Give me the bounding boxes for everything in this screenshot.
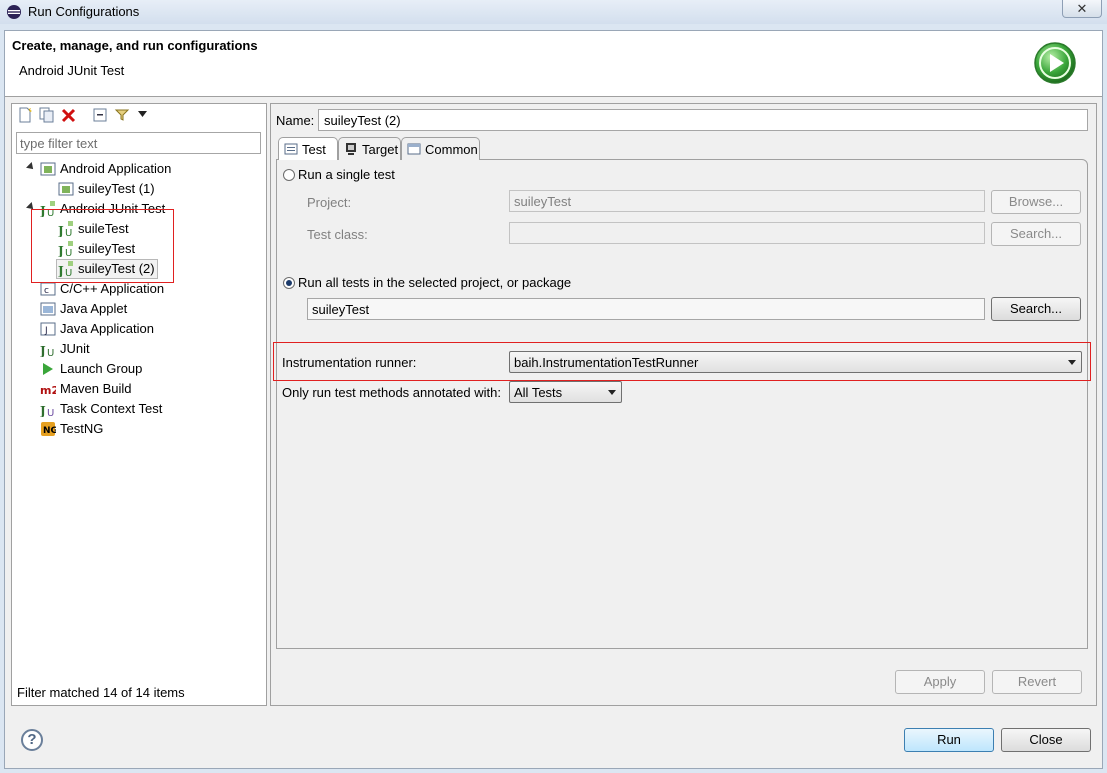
annotation-redbox-tree xyxy=(31,209,174,283)
common-tab-icon xyxy=(407,143,421,155)
tree-item[interactable]: J U Task Context Test xyxy=(14,399,264,419)
run-banner-icon xyxy=(1034,42,1076,84)
annotation-filter-select[interactable]: All Tests xyxy=(509,381,622,403)
tab-test-label: Test xyxy=(302,142,326,157)
filter-icon[interactable] xyxy=(114,106,132,124)
tab-target-label: Target xyxy=(362,142,399,157)
svg-text:m2: m2 xyxy=(40,384,56,397)
launch-group-icon xyxy=(43,363,53,375)
project-field xyxy=(509,190,985,212)
testng-icon: NG xyxy=(41,422,56,436)
project-package-field[interactable] xyxy=(307,298,985,320)
test-class-label: Test class: xyxy=(307,227,368,242)
svg-text:c: c xyxy=(44,286,49,296)
close-button[interactable]: Close xyxy=(1001,728,1091,752)
header-subtitle: Android JUnit Test xyxy=(19,63,125,78)
svg-text:J: J xyxy=(44,326,48,336)
package-search-button[interactable]: Search... xyxy=(991,297,1081,321)
tree-item[interactable]: J Java Application xyxy=(14,319,264,339)
window-titlebar: Run Configurations xyxy=(0,0,1107,24)
tree-item[interactable]: J U JUnit xyxy=(14,339,264,359)
filter-status: Filter matched 14 of 14 items xyxy=(17,685,185,700)
annotation-redbox-runner xyxy=(273,342,1091,381)
tree-item[interactable]: suileyTest (1) xyxy=(14,179,264,199)
filter-input[interactable] xyxy=(16,132,261,154)
chevron-down-icon xyxy=(608,390,616,395)
tree-expander-icon[interactable] xyxy=(26,162,36,172)
tree-item-label: Launch Group xyxy=(60,361,143,376)
tree-item-label: Task Context Test xyxy=(60,401,163,416)
task-context-icon: JU xyxy=(40,404,54,417)
junit-icon: JU xyxy=(40,344,54,357)
tree-item-label: C/C++ Application xyxy=(60,281,165,296)
tree-item[interactable]: m2 Maven Build xyxy=(14,379,264,399)
annotation-filter-value: All Tests xyxy=(514,385,563,400)
apply-button[interactable]: Apply xyxy=(895,670,985,694)
window-close-button[interactable]: ✕ xyxy=(1062,0,1102,18)
android-app-config-icon xyxy=(58,182,74,196)
delete-config-icon[interactable] xyxy=(60,106,78,124)
header-title: Create, manage, and run configurations xyxy=(12,38,258,53)
close-icon: ✕ xyxy=(1076,1,1088,16)
tree-item-label: suileyTest (1) xyxy=(78,181,155,196)
tab-target[interactable]: Target xyxy=(338,137,401,160)
run-single-test-radio[interactable] xyxy=(283,169,295,181)
tree-item-label: Android Application xyxy=(60,161,172,176)
tab-common-label: Common xyxy=(425,142,478,157)
tree-item-label: TestNG xyxy=(60,421,104,436)
tab-common[interactable]: Common xyxy=(401,137,480,160)
svg-text:J: J xyxy=(40,404,46,417)
tree-item-label: Maven Build xyxy=(60,381,132,396)
run-button[interactable]: Run xyxy=(904,728,994,752)
annotated-label: Only run test methods annotated with: xyxy=(282,385,501,400)
test-tab-icon xyxy=(284,143,298,155)
c-app-icon: c xyxy=(40,282,56,296)
tree-item[interactable]: Java Applet xyxy=(14,299,264,319)
tab-test[interactable]: Test xyxy=(278,137,338,160)
new-config-icon[interactable] xyxy=(16,106,34,124)
tree-item[interactable]: Android Application xyxy=(14,159,264,179)
tree-item-label: Java Application xyxy=(60,321,154,336)
svg-text:U: U xyxy=(47,348,54,357)
name-label: Name: xyxy=(276,113,315,128)
run-all-tests-radio[interactable] xyxy=(283,277,295,289)
svg-text:J: J xyxy=(40,344,46,357)
run-single-test-label: Run a single test xyxy=(298,167,395,182)
help-icon[interactable]: ? xyxy=(21,729,43,751)
java-applet-icon xyxy=(40,302,56,316)
android-app-icon xyxy=(40,162,56,176)
project-label: Project: xyxy=(307,195,352,210)
java-app-icon: J xyxy=(40,322,56,336)
filter-menu-chevron-down-icon[interactable] xyxy=(138,111,147,117)
svg-text:U: U xyxy=(47,408,54,417)
collapse-all-icon[interactable] xyxy=(92,106,110,124)
target-tab-icon xyxy=(346,143,356,155)
tree-item[interactable]: Launch Group xyxy=(14,359,264,379)
test-class-field xyxy=(509,222,985,244)
window-title: Run Configurations xyxy=(28,4,140,19)
browse-button[interactable]: Browse... xyxy=(991,190,1081,214)
tree-item-label: JUnit xyxy=(60,341,90,356)
tree-item-label: Java Applet xyxy=(60,301,128,316)
svg-text:NG: NG xyxy=(43,426,56,436)
duplicate-config-icon[interactable] xyxy=(38,106,56,124)
tree-item[interactable]: NG TestNG xyxy=(14,419,264,439)
test-class-search-button[interactable]: Search... xyxy=(991,222,1081,246)
eclipse-icon xyxy=(7,5,21,19)
run-all-tests-label: Run all tests in the selected project, o… xyxy=(298,275,572,290)
maven-icon: m2 xyxy=(40,384,56,397)
name-input[interactable] xyxy=(318,109,1088,131)
revert-button[interactable]: Revert xyxy=(992,670,1082,694)
